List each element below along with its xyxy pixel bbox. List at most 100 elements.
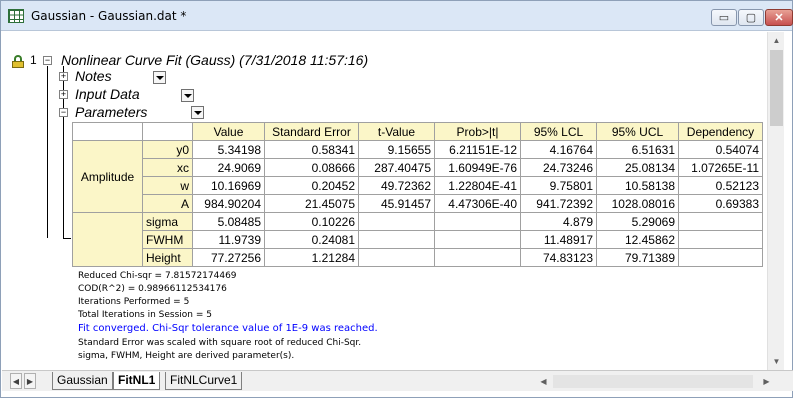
- table-cell[interactable]: 5.08485: [192, 212, 265, 231]
- row-name[interactable]: w: [142, 176, 193, 195]
- collapse-root-icon[interactable]: −: [43, 56, 52, 65]
- table-cell[interactable]: [678, 230, 763, 249]
- column-header[interactable]: Dependency: [678, 122, 763, 141]
- section-parameters[interactable]: Parameters: [75, 104, 147, 120]
- table-cell[interactable]: 1.22804E-41: [434, 176, 521, 195]
- table-cell[interactable]: 12.45862: [596, 230, 679, 249]
- section-notes[interactable]: Notes: [75, 68, 112, 84]
- notes-dropdown-icon[interactable]: [153, 71, 166, 84]
- table-cell[interactable]: 24.73246: [520, 158, 597, 177]
- workbook-window: Gaussian - Gaussian.dat * ▭ ▢ ✕ 1 − Nonl…: [0, 0, 793, 398]
- table-cell[interactable]: [434, 230, 521, 249]
- tab-gaussian[interactable]: Gaussian: [52, 372, 113, 390]
- table-cell[interactable]: 11.9739: [192, 230, 265, 249]
- table-cell[interactable]: 74.83123: [520, 248, 597, 267]
- table-cell[interactable]: [434, 248, 521, 267]
- table-cell[interactable]: [358, 248, 435, 267]
- expand-notes-icon[interactable]: +: [59, 72, 68, 81]
- first-sheet-icon[interactable]: ◀: [10, 373, 22, 389]
- table-cell[interactable]: 25.08134: [596, 158, 679, 177]
- table-cell[interactable]: 1.21284: [264, 248, 359, 267]
- tab-fitnl1[interactable]: FitNL1: [113, 372, 161, 390]
- table-cell[interactable]: 10.16969: [192, 176, 265, 195]
- table-cell[interactable]: 0.54074: [678, 140, 763, 159]
- row-name[interactable]: Height: [142, 248, 193, 267]
- vertical-scrollbar[interactable]: ▲ ▼: [767, 32, 784, 370]
- table-cell[interactable]: 4.879: [520, 212, 597, 231]
- column-header[interactable]: Standard Error: [264, 122, 359, 141]
- row-name[interactable]: sigma: [142, 212, 193, 231]
- table-cell[interactable]: 77.27256: [192, 248, 265, 267]
- table-cell[interactable]: 6.21151E-12: [434, 140, 521, 159]
- table-cell[interactable]: 9.15655: [358, 140, 435, 159]
- title-bar[interactable]: Gaussian - Gaussian.dat * ▭ ▢ ✕: [1, 1, 793, 31]
- maximize-button[interactable]: ▢: [738, 9, 764, 26]
- column-header[interactable]: Value: [192, 122, 265, 141]
- table-cell[interactable]: 941.72392: [520, 194, 597, 213]
- note-line: COD(R^2) = 0.98966112534176: [78, 284, 227, 294]
- table-cell[interactable]: 21.45075: [264, 194, 359, 213]
- table-header-row: Value Standard Error t-Value Prob>|t| 95…: [72, 122, 763, 141]
- prev-sheet-icon[interactable]: ▶: [24, 373, 36, 389]
- table-cell[interactable]: 0.58341: [264, 140, 359, 159]
- row-name[interactable]: A: [142, 194, 193, 213]
- column-header[interactable]: t-Value: [358, 122, 435, 141]
- table-cell[interactable]: 1.60949E-76: [434, 158, 521, 177]
- table-cell[interactable]: 49.72362: [358, 176, 435, 195]
- tab-fitnlcurve1[interactable]: FitNLCurve1: [165, 372, 243, 390]
- column-header[interactable]: 95% LCL: [520, 122, 597, 141]
- note-line: Total Iterations in Session = 5: [78, 310, 212, 320]
- table-cell[interactable]: 1.07265E-11: [678, 158, 763, 177]
- scroll-left-icon[interactable]: ◀: [535, 373, 552, 390]
- hscroll-thumb[interactable]: [553, 375, 753, 388]
- table-cell[interactable]: 4.47306E-40: [434, 194, 521, 213]
- table-cell[interactable]: 0.20452: [264, 176, 359, 195]
- table-cell[interactable]: [434, 212, 521, 231]
- table-cell[interactable]: 0.24081: [264, 230, 359, 249]
- horizontal-scrollbar[interactable]: ◀ ▶: [535, 373, 775, 390]
- row-name[interactable]: y0: [142, 140, 193, 159]
- table-cell[interactable]: 10.58138: [596, 176, 679, 195]
- note-line: Reduced Chi-sqr = 7.81572174469: [78, 271, 237, 281]
- column-header[interactable]: 95% UCL: [596, 122, 679, 141]
- table-cell[interactable]: 79.71389: [596, 248, 679, 267]
- parameters-dropdown-icon[interactable]: [191, 106, 204, 119]
- table-cell[interactable]: [358, 212, 435, 231]
- row-name[interactable]: xc: [142, 158, 193, 177]
- section-input-data[interactable]: Input Data: [75, 86, 140, 102]
- table-cell[interactable]: [678, 248, 763, 267]
- tree-line-end: [63, 238, 71, 239]
- scroll-right-icon[interactable]: ▶: [758, 373, 775, 390]
- table-cell[interactable]: 0.69383: [678, 194, 763, 213]
- table-cell[interactable]: 984.90204: [192, 194, 265, 213]
- table-cell[interactable]: 0.10226: [264, 212, 359, 231]
- scroll-down-icon[interactable]: ▼: [768, 353, 785, 370]
- table-cell[interactable]: [678, 212, 763, 231]
- close-button[interactable]: ✕: [765, 9, 793, 26]
- table-cell[interactable]: 1028.08016: [596, 194, 679, 213]
- table-cell[interactable]: 9.75801: [520, 176, 597, 195]
- table-cell[interactable]: 4.16764: [520, 140, 597, 159]
- scroll-up-icon[interactable]: ▲: [768, 32, 785, 49]
- column-header[interactable]: Prob>|t|: [434, 122, 521, 141]
- input-data-dropdown-icon[interactable]: [181, 89, 194, 102]
- table-cell[interactable]: 45.91457: [358, 194, 435, 213]
- scroll-thumb[interactable]: [770, 50, 783, 126]
- table-cell[interactable]: 24.9069: [192, 158, 265, 177]
- report-title: Nonlinear Curve Fit (Gauss) (7/31/2018 1…: [61, 52, 369, 68]
- table-cell[interactable]: 0.52123: [678, 176, 763, 195]
- collapse-parameters-icon[interactable]: −: [59, 108, 68, 117]
- row-name[interactable]: FWHM: [142, 230, 193, 249]
- table-cell[interactable]: 0.08666: [264, 158, 359, 177]
- table-cell[interactable]: 287.40475: [358, 158, 435, 177]
- table-cell[interactable]: 5.34198: [192, 140, 265, 159]
- table-cell[interactable]: 6.51631: [596, 140, 679, 159]
- table-cell[interactable]: 11.48917: [520, 230, 597, 249]
- minimize-button[interactable]: ▭: [711, 9, 737, 26]
- expand-input-data-icon[interactable]: +: [59, 90, 68, 99]
- table-cell[interactable]: 5.29069: [596, 212, 679, 231]
- table-cell[interactable]: [358, 230, 435, 249]
- lock-icon[interactable]: [12, 54, 24, 68]
- footnote-line: sigma, FWHM, Height are derived paramete…: [78, 351, 295, 361]
- table-row: sigma 5.08485 0.10226 4.879 5.29069: [72, 212, 763, 267]
